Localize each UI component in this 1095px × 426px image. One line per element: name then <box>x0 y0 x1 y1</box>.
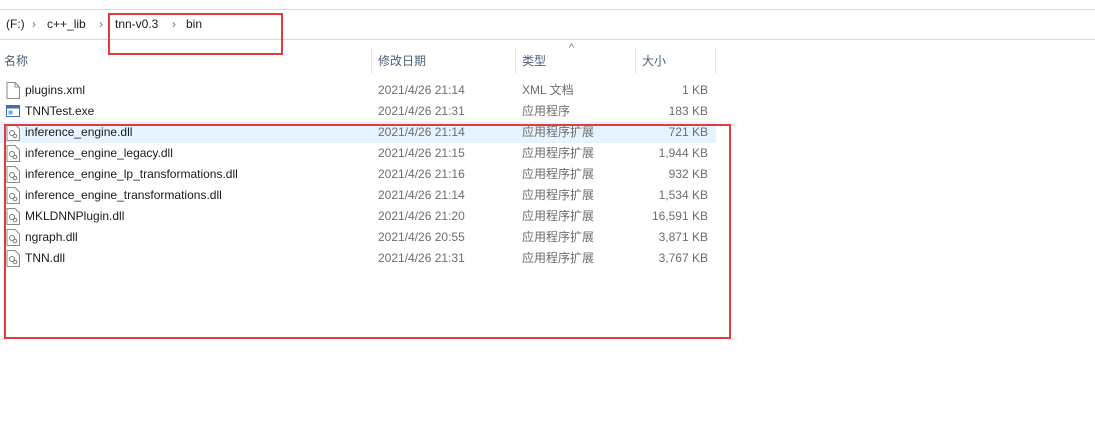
dll-file-icon <box>6 208 20 225</box>
dll-file-icon <box>6 145 20 162</box>
column-header-row: 名称 修改日期 类型 大小 <box>0 48 716 74</box>
file-size: 721 KB <box>668 125 708 139</box>
column-divider[interactable] <box>371 48 372 74</box>
file-name: MKLDNNPlugin.dll <box>25 209 125 223</box>
file-size: 16,591 KB <box>651 209 708 223</box>
exe-file-icon <box>6 105 20 117</box>
dll-file-icon <box>6 250 20 267</box>
file-row-selected[interactable]: inference_engine.dll 2021/4/26 21:14 应用程… <box>0 122 716 143</box>
file-size: 1,944 KB <box>658 146 708 160</box>
file-row[interactable]: TNN.dll 2021/4/26 21:31 应用程序扩展 3,767 KB <box>0 248 716 269</box>
dll-file-icon <box>6 229 20 246</box>
file-date: 2021/4/26 21:14 <box>378 83 465 97</box>
breadcrumb-drive[interactable]: (F:) <box>6 16 25 32</box>
xml-file-icon <box>6 82 20 99</box>
file-date: 2021/4/26 21:31 <box>378 104 465 118</box>
file-type: 应用程序扩展 <box>522 230 595 244</box>
column-divider[interactable] <box>515 48 516 74</box>
file-explorer-window: (F:) › c++_lib › tnn-v0.3 › bin ^ 名称 修改日… <box>0 0 1095 426</box>
file-type: 应用程序扩展 <box>522 188 595 202</box>
file-name: inference_engine_legacy.dll <box>25 146 173 160</box>
file-row[interactable]: MKLDNNPlugin.dll 2021/4/26 21:20 应用程序扩展 … <box>0 206 716 227</box>
chevron-right-icon[interactable]: › <box>32 16 36 32</box>
breadcrumb-tnn[interactable]: tnn-v0.3 <box>115 16 158 32</box>
file-type: 应用程序 <box>522 104 571 118</box>
file-date: 2021/4/26 21:31 <box>378 251 465 265</box>
file-row[interactable]: inference_engine_transformations.dll 202… <box>0 185 716 206</box>
file-type: 应用程序扩展 <box>522 146 595 160</box>
file-name: inference_engine_lp_transformations.dll <box>25 167 238 181</box>
chevron-right-icon[interactable]: › <box>172 16 176 32</box>
column-header-size[interactable]: 大小 <box>642 48 666 74</box>
file-name: inference_engine_transformations.dll <box>25 188 222 202</box>
breadcrumb-bin[interactable]: bin <box>186 16 202 32</box>
file-size: 1,534 KB <box>658 188 708 202</box>
file-date: 2021/4/26 21:20 <box>378 209 465 223</box>
file-row[interactable]: plugins.xml 2021/4/26 21:14 XML 文档 1 KB <box>0 80 716 101</box>
file-name: plugins.xml <box>25 83 86 97</box>
file-name: TNNTest.exe <box>25 104 95 118</box>
file-type: XML 文档 <box>522 83 574 97</box>
file-size: 183 KB <box>668 104 708 118</box>
file-row[interactable]: TNNTest.exe 2021/4/26 21:31 应用程序 183 KB <box>0 101 716 122</box>
file-row[interactable]: inference_engine_legacy.dll 2021/4/26 21… <box>0 143 716 164</box>
file-size: 932 KB <box>668 167 708 181</box>
column-header-type[interactable]: 类型 <box>522 48 546 74</box>
file-date: 2021/4/26 20:55 <box>378 230 465 244</box>
file-date: 2021/4/26 21:14 <box>378 188 465 202</box>
file-date: 2021/4/26 21:14 <box>378 125 465 139</box>
file-row[interactable]: ngraph.dll 2021/4/26 20:55 应用程序扩展 3,871 … <box>0 227 716 248</box>
column-divider[interactable] <box>715 48 716 74</box>
file-name: inference_engine.dll <box>25 125 133 139</box>
file-row[interactable]: inference_engine_lp_transformations.dll … <box>0 164 716 185</box>
file-size: 1 KB <box>681 83 708 97</box>
dll-file-icon <box>6 124 20 141</box>
dll-file-icon <box>6 187 20 204</box>
column-divider[interactable] <box>635 48 636 74</box>
file-date: 2021/4/26 21:16 <box>378 167 465 181</box>
file-size: 3,767 KB <box>658 251 708 265</box>
column-header-date[interactable]: 修改日期 <box>378 48 426 74</box>
column-header-name[interactable]: 名称 <box>4 48 28 74</box>
file-type: 应用程序扩展 <box>522 251 595 265</box>
file-size: 3,871 KB <box>658 230 708 244</box>
breadcrumb-c-lib[interactable]: c++_lib <box>47 16 86 32</box>
address-bar[interactable]: (F:) › c++_lib › tnn-v0.3 › bin <box>0 0 1095 42</box>
file-type: 应用程序扩展 <box>522 167 595 181</box>
file-name: ngraph.dll <box>25 230 78 244</box>
address-bar-border <box>0 9 1095 40</box>
file-type: 应用程序扩展 <box>522 209 595 223</box>
file-date: 2021/4/26 21:15 <box>378 146 465 160</box>
file-name: TNN.dll <box>25 251 66 265</box>
dll-file-icon <box>6 166 20 183</box>
chevron-right-icon[interactable]: › <box>99 16 103 32</box>
file-type: 应用程序扩展 <box>522 125 595 139</box>
